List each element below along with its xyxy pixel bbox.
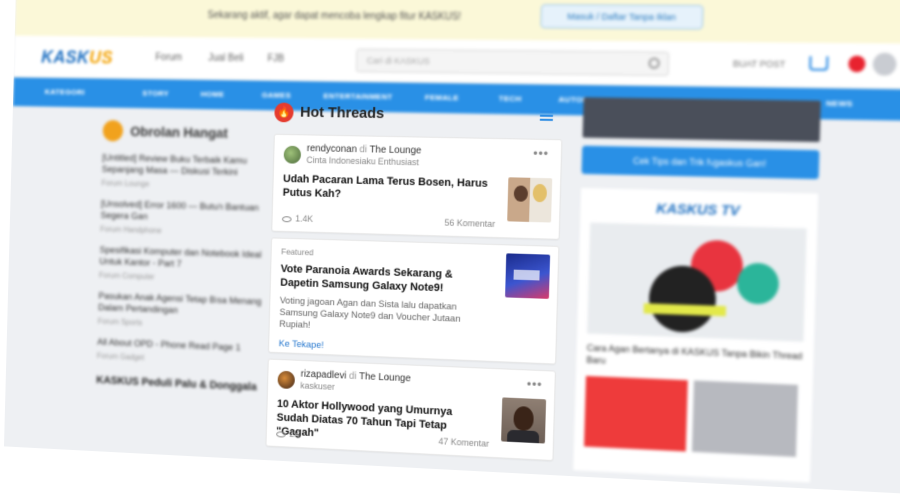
avatar[interactable]: [277, 370, 296, 389]
comment-count[interactable]: 56 Komentar: [444, 218, 495, 229]
nav-fjb[interactable]: FJB: [267, 54, 284, 65]
kaskus-tv-card: KASKUS TV Cara Agan Bertanya di KASKUS T…: [573, 188, 819, 483]
sidebar-title: Obrolan Hangat: [130, 123, 228, 141]
list-item[interactable]: KASKUS Peduli Palu & Donggala: [96, 373, 268, 394]
video-caption[interactable]: Cara Agan Bertanya di KASKUS Tanpa Bikin…: [586, 342, 803, 375]
nav-forum[interactable]: Forum: [155, 52, 182, 63]
list-view-icon[interactable]: [539, 110, 554, 121]
list-item[interactable]: [Unsolved] Error 1600 — Butuh Bantuan Se…: [100, 199, 273, 239]
video-thumbnail[interactable]: [691, 380, 799, 457]
featured-description: Voting jagoan Agan dan Sista lalu dapatk…: [279, 295, 461, 331]
video-thumbnail[interactable]: [587, 222, 807, 342]
thread-forum[interactable]: The Lounge: [369, 144, 421, 156]
section-title: Hot Threads: [299, 103, 385, 123]
list-item[interactable]: [Untitled] Review Buku Terbaik Kamu Sepa…: [101, 153, 274, 192]
view-count: 2K: [276, 428, 300, 439]
search-placeholder: Cari di KASKUS: [366, 55, 430, 67]
notification-icon[interactable]: [848, 55, 866, 73]
thread-author[interactable]: rendyconan: [307, 143, 357, 155]
featured-title[interactable]: Vote Paranoia Awards Sekarang & Dapetin …: [280, 262, 494, 297]
view-count: 1.4K: [281, 213, 313, 224]
banner-message: Sekarang aktif, agar dapat mencoba lengk…: [207, 10, 462, 23]
thread-thumbnail[interactable]: [507, 177, 553, 223]
category-news[interactable]: NEWS: [826, 99, 853, 109]
category-menu[interactable]: KATEGORI: [45, 87, 85, 96]
category-home[interactable]: HOME: [201, 90, 225, 99]
cart-icon[interactable]: [809, 56, 829, 71]
left-sidebar: Obrolan Hangat [Untitled] Review Buku Te…: [96, 119, 275, 395]
new-post-button[interactable]: BUAT POST: [733, 58, 786, 69]
site-logo[interactable]: KASKUS: [41, 47, 113, 68]
avatar[interactable]: [283, 145, 302, 164]
eye-icon: [276, 430, 286, 438]
banner-login-button[interactable]: Masuk / Daftar Tanpa Iklan: [540, 4, 704, 30]
thread-title[interactable]: Udah Pacaran Lama Terus Bosen, Harus Put…: [283, 172, 492, 205]
more-options-icon[interactable]: •••: [533, 146, 549, 160]
search-icon[interactable]: [648, 57, 660, 69]
list-item[interactable]: Pasukan Anak Agensi Tetap Bisa Menang Da…: [98, 291, 271, 332]
hot-threads-section: 🔥 Hot Threads rendyconan di The Lounge C…: [265, 99, 563, 462]
video-thumbnail[interactable]: [583, 375, 688, 452]
thread-card[interactable]: rizapadlevi di The Lounge kaskuser ••• 1…: [265, 358, 556, 462]
thread-thumbnail[interactable]: [501, 397, 547, 444]
kaskus-tv-logo: KASKUS TV: [656, 199, 740, 219]
list-item[interactable]: All About OPD - Phone Read Page 1 Forum …: [97, 337, 269, 367]
author-subtitle: Cinta Indonesiaku Enthusiast: [306, 155, 419, 168]
thread-forum[interactable]: The Lounge: [359, 371, 411, 384]
tips-button[interactable]: Cek Tips dan Trik Ngaskus Gan!: [581, 145, 820, 180]
thread-card[interactable]: rendyconan di The Lounge Cinta Indonesia…: [271, 133, 563, 240]
search-input[interactable]: Cari di KASKUS: [355, 48, 670, 77]
comment-count[interactable]: 47 Komentar: [438, 436, 489, 448]
eye-icon: [281, 215, 292, 222]
list-item[interactable]: Spesifikasi Komputer dan Notebook Ideal …: [99, 245, 272, 285]
more-options-icon[interactable]: •••: [527, 376, 543, 391]
featured-link[interactable]: Ke Tekape!: [279, 338, 324, 351]
category-story[interactable]: STORY: [142, 89, 169, 98]
fire-icon: 🔥: [274, 102, 294, 123]
user-avatar[interactable]: [872, 52, 897, 76]
featured-thumbnail[interactable]: [505, 253, 551, 299]
right-sidebar: Cek Tips dan Trik Ngaskus Gan! KASKUS TV…: [573, 97, 821, 483]
ad-banner[interactable]: [582, 97, 821, 143]
chat-icon: [102, 119, 124, 142]
nav-jual-beli[interactable]: Jual Beli: [208, 53, 244, 64]
featured-card[interactable]: Featured Vote Paranoia Awards Sekarang &…: [268, 237, 560, 365]
thread-author[interactable]: rizapadlevi: [301, 369, 347, 382]
